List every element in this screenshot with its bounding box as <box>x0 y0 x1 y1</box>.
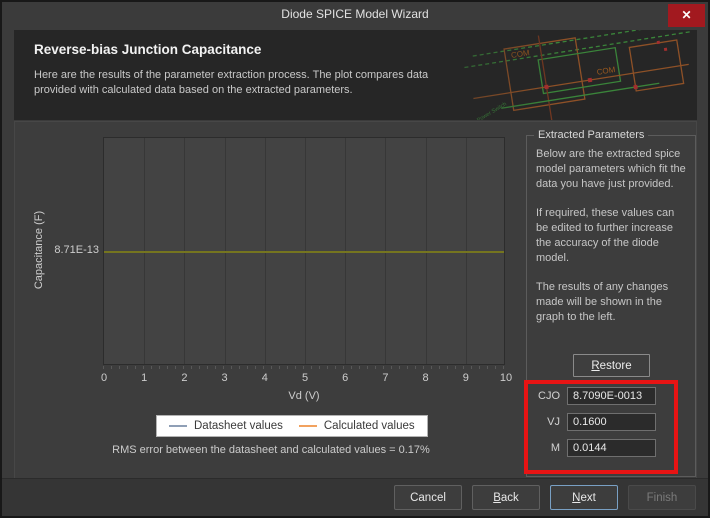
next-button[interactable]: Next <box>550 485 618 510</box>
plot-area[interactable] <box>103 137 505 365</box>
y-tick-label: 8.71E-13 <box>43 244 99 256</box>
x-tick-label: 3 <box>222 372 228 384</box>
page-description: Here are the results of the parameter ex… <box>34 68 428 98</box>
legend-item-calculated: Calculated values <box>299 420 415 432</box>
x-tick-label: 5 <box>302 372 308 384</box>
calculated-line-swatch <box>299 425 317 427</box>
restore-button[interactable]: Restore <box>573 354 650 377</box>
x-axis-label: Vd (V) <box>288 390 319 402</box>
x-tick-label: 0 <box>101 372 107 384</box>
param-row-cjo: CJO <box>527 387 656 405</box>
capacitance-line <box>104 251 504 253</box>
footer-bar: Cancel Back Next Finish <box>2 478 708 516</box>
legend-label: Datasheet values <box>194 420 283 432</box>
x-tick-label: 4 <box>262 372 268 384</box>
x-axis-minor-ticks <box>103 366 505 369</box>
close-icon: ✕ <box>681 8 691 22</box>
group-title: Extracted Parameters <box>534 129 648 141</box>
x-tick-label: 9 <box>463 372 469 384</box>
params-paragraph-1: Below are the extracted spice model para… <box>536 147 686 192</box>
cancel-button[interactable]: Cancel <box>394 485 462 510</box>
x-tick-label: 6 <box>342 372 348 384</box>
cjo-field[interactable] <box>567 387 656 405</box>
cjo-label: CJO <box>538 390 560 402</box>
x-tick-label: 10 <box>500 372 512 384</box>
finish-button: Finish <box>628 485 696 510</box>
params-paragraph-2: If required, these values can be edited … <box>536 206 686 266</box>
page-title: Reverse-bias Junction Capacitance <box>34 42 261 57</box>
vj-field[interactable] <box>567 413 656 431</box>
header-banner: COM COM Main Power Switch Reverse-bias J… <box>14 30 697 120</box>
param-row-vj: VJ <box>527 413 656 431</box>
datasheet-line-swatch <box>169 425 187 427</box>
legend-label: Calculated values <box>324 420 415 432</box>
params-paragraph-3: The results of any changes made will be … <box>536 280 686 325</box>
x-tick-label: 1 <box>141 372 147 384</box>
x-tick-label: 8 <box>423 372 429 384</box>
param-row-m: M <box>527 439 656 457</box>
legend: Datasheet values Calculated values <box>156 415 428 437</box>
legend-item-datasheet: Datasheet values <box>169 420 283 432</box>
extracted-parameters-group: Extracted Parameters Below are the extra… <box>526 135 696 477</box>
dialog-window: Diode SPICE Model Wizard ✕ COM COM <box>0 0 710 518</box>
m-label: M <box>551 442 560 454</box>
parameter-rows: CJO VJ M <box>527 387 656 465</box>
window-title: Diode SPICE Model Wizard <box>2 7 708 21</box>
titlebar[interactable]: Diode SPICE Model Wizard ✕ <box>2 2 708 28</box>
x-tick-label: 7 <box>382 372 388 384</box>
close-button[interactable]: ✕ <box>668 4 705 27</box>
x-tick-label: 2 <box>181 372 187 384</box>
content-panel: Capacitance (F) 8.71E-13 012345678910 Vd… <box>14 121 697 480</box>
rms-error-text: RMS error between the datasheet and calc… <box>15 444 527 456</box>
m-field[interactable] <box>567 439 656 457</box>
back-button[interactable]: Back <box>472 485 540 510</box>
vj-label: VJ <box>547 416 560 428</box>
